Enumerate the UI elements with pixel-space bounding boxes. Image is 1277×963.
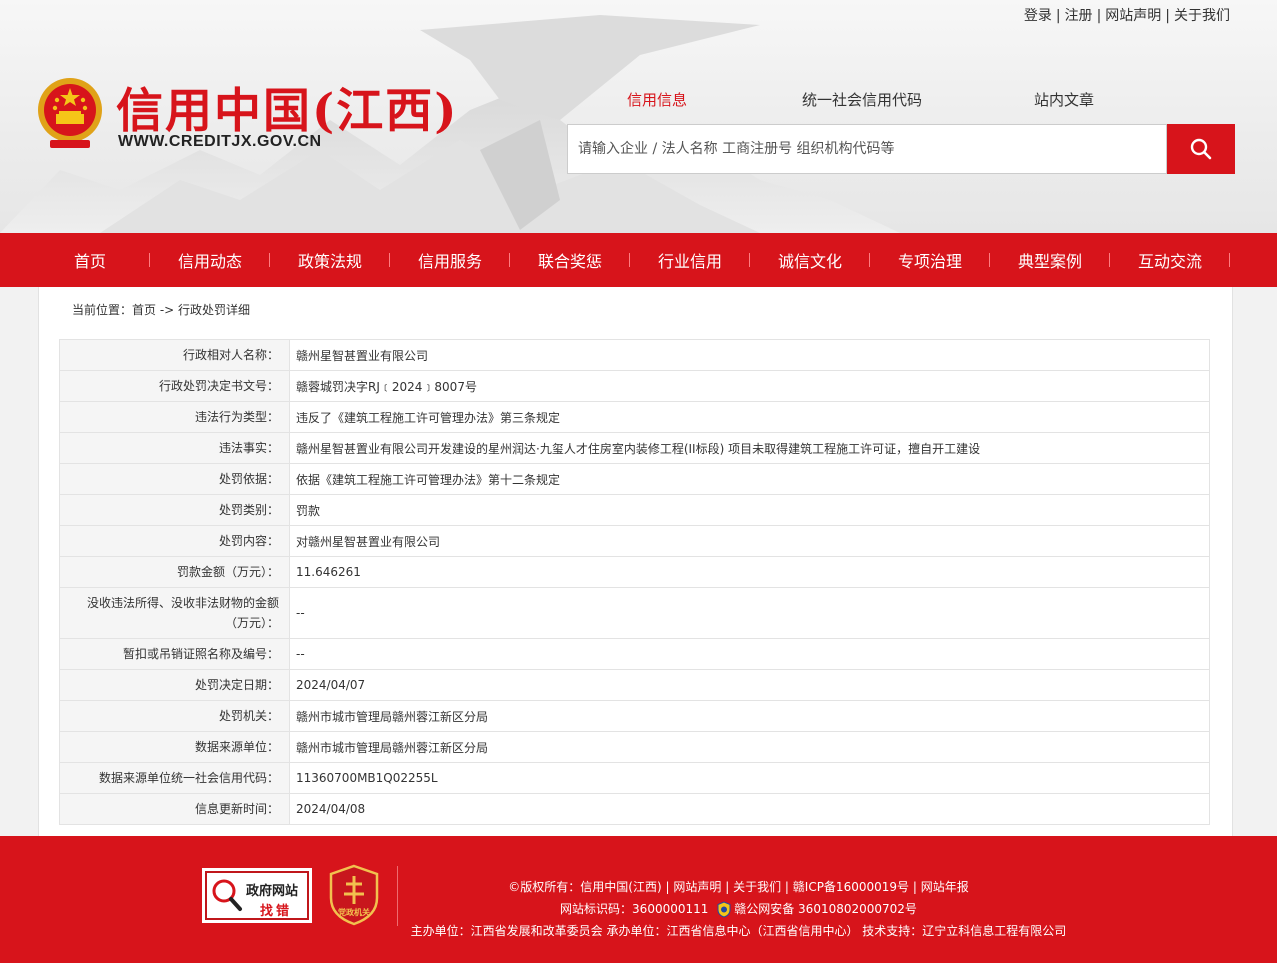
nav-special-governance[interactable]: 专项治理 <box>870 233 990 287</box>
breadcrumb-current: 行政处罚详细 <box>178 303 251 317</box>
table-row: 数据来源单位统一社会信用代码： 11360700MB1Q02255L <box>59 762 1210 794</box>
main-nav: 首页 信用动态 政策法规 信用服务 联合奖惩 行业信用 诚信文化 专项治理 典型… <box>0 233 1277 287</box>
register-link[interactable]: 注册 <box>1065 8 1093 24</box>
row-value: 赣州星智甚置业有限公司开发建设的星州润达·九玺人才住房室内装修工程(II标段) … <box>289 432 1210 464</box>
footer-divider <box>397 866 398 926</box>
footer-link-about[interactable]: 关于我们 <box>733 880 781 894</box>
row-value: 赣蓉城罚决字RJ﹝2024﹞8007号 <box>289 370 1210 402</box>
row-value: 赣州市城市管理局赣州蓉江新区分局 <box>289 700 1210 732</box>
nav-typical-cases[interactable]: 典型案例 <box>990 233 1110 287</box>
row-label: 处罚类别： <box>59 494 290 526</box>
search-button[interactable] <box>1167 124 1235 174</box>
penalty-detail-table: 行政相对人名称： 赣州星智甚置业有限公司 行政处罚决定书文号： 赣蓉城罚决字RJ﹝2… <box>59 339 1210 825</box>
footer-link-icp[interactable]: 赣ICP备16000019号 <box>793 880 909 894</box>
search-input[interactable] <box>567 124 1167 174</box>
table-row: 行政处罚决定书文号： 赣蓉城罚决字RJ﹝2024﹞8007号 <box>59 370 1210 402</box>
row-value: 11360700MB1Q02255L <box>289 762 1210 794</box>
site-footer: 政府网站 找错 党政机关 ©版权所有：信用中国(江西) | 网站声明 | 关于我… <box>0 836 1277 963</box>
gov-site-error-report-badge[interactable]: 政府网站 找错 <box>202 868 312 923</box>
row-value: -- <box>289 638 1210 670</box>
footer-line-ids: 网站标识码：3600000111 赣公网安备 36010802000702号 <box>400 898 1077 920</box>
breadcrumb: 当前位置：首页 -> 行政处罚详细 <box>72 303 251 317</box>
tab-credit-info[interactable]: 信用信息 <box>627 89 687 110</box>
footer-line-sponsor: 主办单位：江西省发展和改革委员会 承办单位：江西省信息中心（江西省信用中心） 技… <box>410 924 1067 938</box>
nav-interaction[interactable]: 互动交流 <box>1110 233 1230 287</box>
row-label: 数据来源单位统一社会信用代码： <box>59 762 290 794</box>
footer-line-copyright: ©版权所有：信用中国(江西) | 网站声明 | 关于我们 | 赣ICP备1600… <box>508 880 969 894</box>
table-row: 处罚依据： 依据《建筑工程施工许可管理办法》第十二条规定 <box>59 463 1210 495</box>
row-label: 暂扣或吊销证照名称及编号： <box>59 638 290 670</box>
row-value: 赣州市城市管理局赣州蓉江新区分局 <box>289 731 1210 763</box>
table-row: 信息更新时间： 2024/04/08 <box>59 793 1210 825</box>
about-us-link[interactable]: 关于我们 <box>1174 8 1230 24</box>
nav-credit-news[interactable]: 信用动态 <box>150 233 270 287</box>
table-row: 处罚机关： 赣州市城市管理局赣州蓉江新区分局 <box>59 700 1210 732</box>
row-value: 罚款 <box>289 494 1210 526</box>
row-value: 对赣州星智甚置业有限公司 <box>289 525 1210 557</box>
row-label: 行政处罚决定书文号： <box>59 370 290 402</box>
row-value: 2024/04/07 <box>289 669 1210 701</box>
tab-site-articles[interactable]: 站内文章 <box>1034 89 1094 110</box>
nav-integrity-culture[interactable]: 诚信文化 <box>750 233 870 287</box>
nav-policy[interactable]: 政策法规 <box>270 233 390 287</box>
table-row: 处罚类别： 罚款 <box>59 494 1210 526</box>
row-label: 处罚决定日期： <box>59 669 290 701</box>
row-label: 没收违法所得、没收非法财物的金额（万元）： <box>59 587 290 639</box>
row-value: 赣州星智甚置业有限公司 <box>289 339 1210 371</box>
row-value: 违反了《建筑工程施工许可管理办法》第三条规定 <box>289 401 1210 433</box>
national-emblem-icon <box>38 78 102 148</box>
search-icon <box>1190 138 1212 160</box>
site-id-code: 网站标识码：3600000111 <box>560 902 709 916</box>
table-row: 违法事实： 赣州星智甚置业有限公司开发建设的星州润达·九玺人才住房室内装修工程(I… <box>59 432 1210 464</box>
site-statement-link[interactable]: 网站声明 <box>1105 8 1161 24</box>
site-header: 登录 | 注册 | 网站声明 | 关于我们 信用中国(江西) WWW.CREDITJX.GO… <box>0 0 1277 233</box>
site-logo-url: WWW.CREDITJX.GOV.CN <box>118 133 322 150</box>
row-value: 依据《建筑工程施工许可管理办法》第十二条规定 <box>289 463 1210 495</box>
row-label: 罚款金额（万元）： <box>59 556 290 588</box>
nav-joint-reward-punish[interactable]: 联合奖惩 <box>510 233 630 287</box>
table-row: 违法行为类型： 违反了《建筑工程施工许可管理办法》第三条规定 <box>59 401 1210 433</box>
party-gov-organ-badge-icon[interactable]: 党政机关 <box>327 864 381 926</box>
top-links: 登录 | 注册 | 网站声明 | 关于我们 <box>1023 8 1230 24</box>
breadcrumb-home[interactable]: 首页 <box>132 303 156 317</box>
footer-info: ©版权所有：信用中国(江西) | 网站声明 | 关于我们 | 赣ICP备1600… <box>400 876 1077 942</box>
row-label: 行政相对人名称： <box>59 339 290 371</box>
footer-link-annual-report[interactable]: 网站年报 <box>921 880 969 894</box>
nav-credit-service[interactable]: 信用服务 <box>390 233 510 287</box>
magnifier-icon <box>212 879 242 911</box>
table-row: 处罚决定日期： 2024/04/07 <box>59 669 1210 701</box>
row-label: 信息更新时间： <box>59 793 290 825</box>
row-label: 数据来源单位： <box>59 731 290 763</box>
row-value: 2024/04/08 <box>289 793 1210 825</box>
row-value: 11.646261 <box>289 556 1210 588</box>
table-row: 暂扣或吊销证照名称及编号： -- <box>59 638 1210 670</box>
tab-unified-credit-code[interactable]: 统一社会信用代码 <box>802 89 922 110</box>
badge-party-label: 党政机关 <box>338 907 370 917</box>
search-tabs: 信用信息 统一社会信用代码 站内文章 <box>600 89 1240 111</box>
table-row: 罚款金额（万元）： 11.646261 <box>59 556 1210 588</box>
police-record-link[interactable]: 赣公网安备 36010802000702号 <box>734 902 917 916</box>
row-label: 处罚内容： <box>59 525 290 557</box>
table-row: 没收违法所得、没收非法财物的金额（万元）： -- <box>59 587 1210 639</box>
row-label: 处罚依据： <box>59 463 290 495</box>
nav-industry-credit[interactable]: 行业信用 <box>630 233 750 287</box>
main-content: 当前位置：首页 -> 行政处罚详细 行政相对人名称： 赣州星智甚置业有限公司 行政… <box>38 287 1233 836</box>
badge-gov-line2: 找错 <box>260 904 293 919</box>
table-row: 数据来源单位： 赣州市城市管理局赣州蓉江新区分局 <box>59 731 1210 763</box>
row-value: -- <box>289 587 1210 639</box>
police-badge-icon <box>717 901 731 918</box>
badge-gov-line1: 政府网站 <box>246 884 299 899</box>
footer-link-statement[interactable]: 网站声明 <box>673 880 721 894</box>
table-row: 行政相对人名称： 赣州星智甚置业有限公司 <box>59 339 1210 371</box>
site-logo-title[interactable]: 信用中国(江西) <box>116 72 458 141</box>
row-label: 处罚机关： <box>59 700 290 732</box>
table-row: 处罚内容： 对赣州星智甚置业有限公司 <box>59 525 1210 557</box>
login-link[interactable]: 登录 <box>1024 8 1052 24</box>
row-label: 违法行为类型： <box>59 401 290 433</box>
nav-home[interactable]: 首页 <box>30 233 150 287</box>
row-label: 违法事实： <box>59 432 290 464</box>
